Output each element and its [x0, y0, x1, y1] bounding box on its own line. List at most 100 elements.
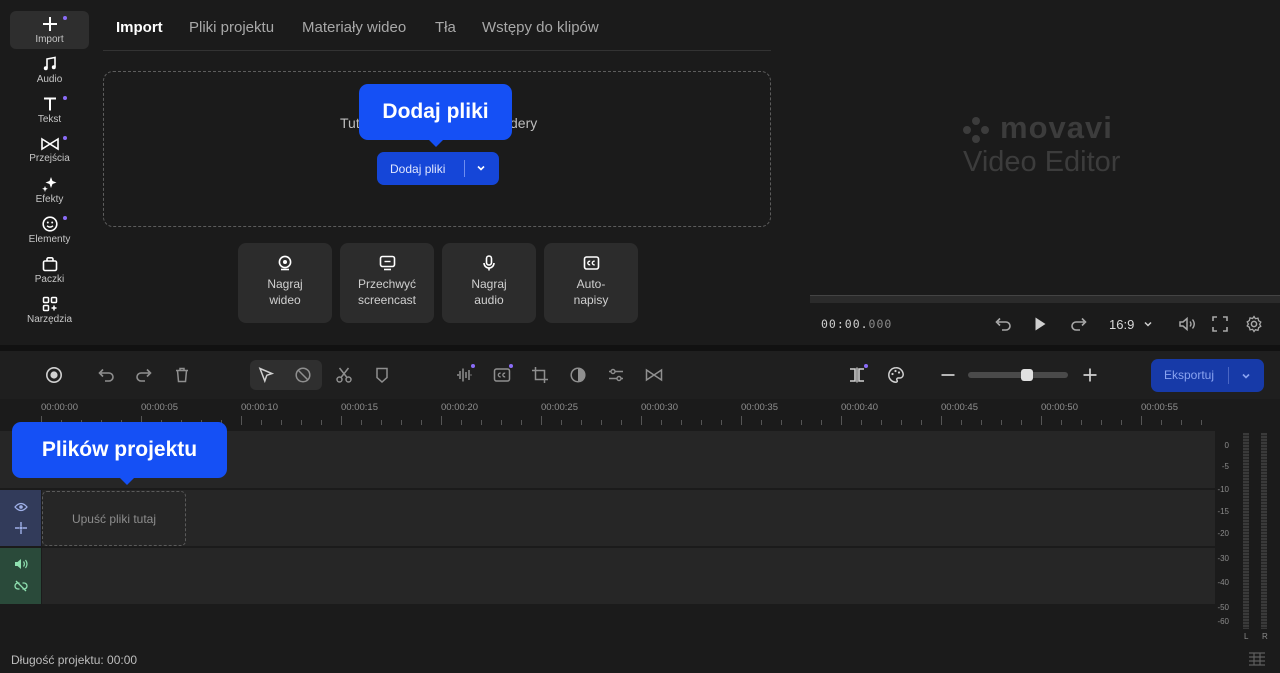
import-tabs: Import Pliki projektu Materiały wideo Tł… [103, 0, 771, 51]
audio-track[interactable] [42, 548, 1215, 604]
track-drop-zone[interactable]: Upuść pliki tutaj [42, 491, 186, 546]
zoom-in-icon[interactable] [1081, 366, 1099, 384]
webcam-icon [278, 255, 292, 271]
play-icon[interactable] [1031, 315, 1049, 333]
tab-backgrounds[interactable]: Tła [435, 19, 456, 36]
closed-captions-icon [583, 256, 599, 270]
crop-icon[interactable] [531, 366, 549, 384]
nav-transitions[interactable]: Przejścia [10, 131, 89, 169]
chevron-down-icon[interactable] [476, 163, 486, 173]
ruler-tick-label: 00:00:15 [341, 402, 378, 413]
ruler-tick-label: 00:00:35 [741, 402, 778, 413]
nav-audio[interactable]: Audio [10, 51, 89, 89]
chevron-down-icon[interactable] [1143, 319, 1153, 329]
chevron-down-icon[interactable] [1241, 371, 1251, 381]
speaker-icon[interactable] [14, 558, 28, 570]
new-indicator-dot [63, 216, 67, 220]
snap-magnet-icon[interactable] [848, 366, 866, 384]
meter-scale-label: -30 [1217, 554, 1229, 563]
smiley-icon [41, 215, 58, 232]
logo-subtitle: Video Editor [963, 146, 1121, 178]
ruler-tick-label: 00:00:00 [41, 402, 78, 413]
subtitles-cc-icon[interactable] [493, 366, 511, 384]
export-label: Eksportuj [1164, 368, 1215, 382]
nav-text[interactable]: Tekst [10, 91, 89, 129]
blade-razor-icon[interactable] [294, 366, 312, 384]
fullscreen-icon[interactable] [1211, 315, 1229, 333]
ruler-tick-label: 00:00:20 [441, 402, 478, 413]
ruler-tick-label: 00:00:50 [1041, 402, 1078, 413]
nav-tools[interactable]: Narzędzia [10, 291, 89, 329]
scissors-icon[interactable] [335, 366, 353, 384]
ruler-tick-label: 00:00:55 [1141, 402, 1178, 413]
tab-stock-videos[interactable]: Materiały wideo [302, 19, 406, 36]
transition-icon[interactable] [645, 366, 663, 384]
marker-shield-icon[interactable] [373, 366, 391, 384]
monitor-icon [379, 255, 395, 271]
meter-bar-right [1261, 433, 1267, 629]
volume-icon[interactable] [1178, 315, 1196, 333]
record-audio-button[interactable]: Nagraj audio [442, 243, 536, 323]
record-video-button[interactable]: Nagraj wideo [238, 243, 332, 323]
record-icon[interactable] [45, 366, 63, 384]
add-files-button[interactable]: Dodaj pliki [377, 152, 499, 185]
ruler-tick-label: 00:00:10 [241, 402, 278, 413]
nav-effects[interactable]: Efekty [10, 171, 89, 209]
nav-packages[interactable]: Paczki [10, 251, 89, 289]
step-back-icon[interactable] [994, 315, 1012, 333]
track-effects-icon[interactable] [15, 522, 27, 534]
nav-label: Tekst [37, 113, 62, 125]
aspect-ratio-selector[interactable]: 16:9 [1109, 317, 1134, 332]
drop-files-label: Upuść pliki tutaj [71, 511, 157, 526]
tab-intros[interactable]: Wstępy do klipów [482, 19, 599, 36]
video-track[interactable] [42, 490, 1215, 546]
drop-text-left: Tut [340, 115, 360, 131]
tooltip-text: Plików projektu [41, 438, 198, 461]
meter-scale-label: -20 [1217, 529, 1229, 538]
auto-subtitles-button[interactable]: Auto- napisy [544, 243, 638, 323]
nav-elements[interactable]: Elementy [10, 211, 89, 249]
trash-icon[interactable] [173, 366, 191, 384]
zoom-out-icon[interactable] [939, 366, 957, 384]
meter-right-label: R [1262, 632, 1268, 641]
ruler-tick-label: 00:00:05 [141, 402, 178, 413]
left-sidebar: Import Audio Tekst Przejścia Efekty Elem… [0, 0, 98, 345]
meter-scale-label: -50 [1217, 603, 1229, 612]
audio-waveform-icon[interactable] [455, 366, 473, 384]
color-palette-icon[interactable] [887, 366, 905, 384]
logo-wordmark: movavi [1000, 110, 1113, 145]
drop-text-right: dery [510, 115, 538, 131]
ruler-tick-label: 00:00:40 [841, 402, 878, 413]
tab-import[interactable]: Import [116, 19, 163, 36]
project-length: Długość projektu: 00:00 [11, 653, 138, 667]
movavi-logo-icon [963, 117, 989, 143]
pointer-select-icon[interactable] [257, 366, 275, 384]
timecode-ms: 000 [868, 317, 893, 331]
redo-icon[interactable] [135, 366, 153, 384]
nav-import[interactable]: Import [10, 11, 89, 49]
unlink-icon[interactable] [14, 580, 28, 592]
audio-level-meter: 0 -5 -10 -15 -20 -30 -40 -50 -60 [1215, 431, 1280, 641]
sliders-icon[interactable] [607, 366, 625, 384]
nav-label: Narzędzia [26, 313, 73, 325]
screencast-button[interactable]: Przechwyć screencast [340, 243, 434, 323]
nav-label: Audio [36, 73, 63, 85]
zoom-slider[interactable] [968, 369, 1068, 381]
preview-player: movavi Video Editor 00:00.000 16:9 [804, 0, 1280, 345]
status-bar: Długość projektu: 00:00 [0, 645, 1280, 673]
playback-scrubber[interactable] [810, 295, 1280, 303]
undo-icon[interactable] [97, 366, 115, 384]
eye-icon[interactable] [14, 501, 28, 513]
step-forward-icon[interactable] [1070, 315, 1088, 333]
tab-project-files[interactable]: Pliki projektu [189, 19, 274, 36]
sparkle-icon [41, 176, 56, 192]
export-button[interactable]: Eksportuj [1151, 359, 1264, 392]
settings-gear-icon[interactable] [1245, 315, 1263, 333]
layout-grid-icon[interactable] [1248, 652, 1266, 666]
new-indicator-dot [63, 96, 67, 100]
zoom-slider-knob[interactable] [1021, 369, 1033, 381]
new-indicator-dot [63, 16, 67, 20]
record-audio-label: Nagraj audio [471, 277, 507, 307]
meter-scale-label: -15 [1217, 507, 1229, 516]
color-adjust-icon[interactable] [569, 366, 587, 384]
